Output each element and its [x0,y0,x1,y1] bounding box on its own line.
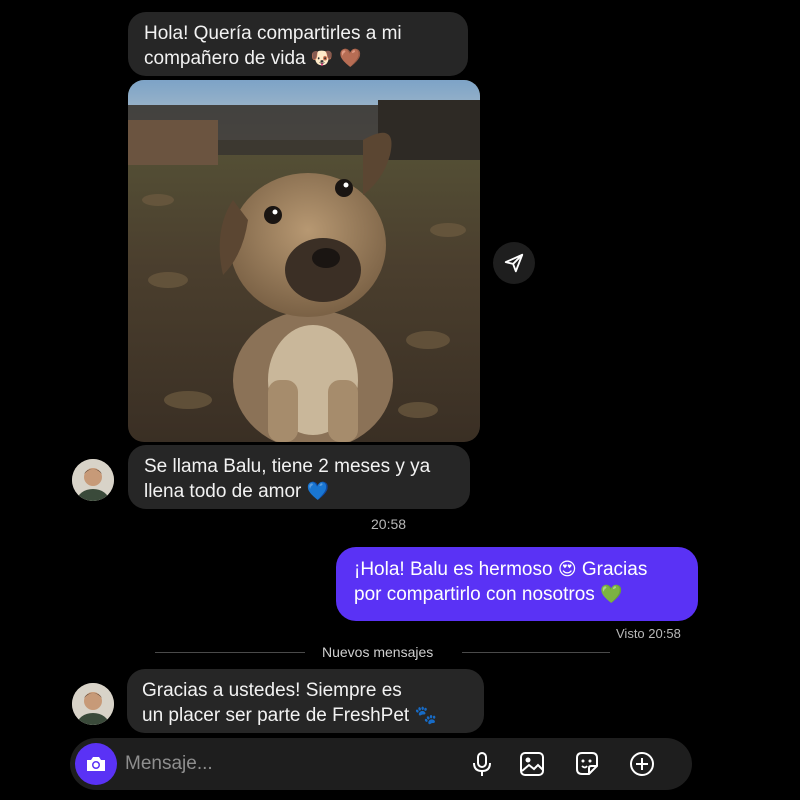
emoji: 💚 [600,584,623,605]
sticker-icon[interactable] [573,750,601,778]
avatar-image [72,459,114,501]
message-timestamp: 20:58 [371,516,407,532]
new-messages-divider: Nuevos mensajes [322,644,434,660]
message-text-line: Gracias a ustedes! Siempre es [142,680,402,701]
emoji: 🐾 [414,705,437,726]
message-text-line: ¡Hola! Balu es hermoso [354,559,553,580]
outgoing-message[interactable]: ¡Hola! Balu es hermoso 😍 Gracias por com… [336,547,698,621]
message-text-line: Gracias [581,559,648,580]
message-composer: Mensaje... [70,738,692,790]
message-text-line: Hola! Quería compartirles a mi [144,23,402,44]
incoming-message-1[interactable]: Hola! Quería compartirles a mi compañero… [128,12,468,76]
shared-puppy-photo[interactable] [128,80,480,442]
camera-button[interactable] [75,743,117,785]
gallery-icon[interactable] [518,750,546,778]
avatar-image [72,683,114,725]
add-icon[interactable] [628,750,656,778]
emoji: 😍 [557,559,577,580]
emoji: 💙 [306,481,330,502]
send-share-icon [504,253,524,273]
message-text-line: compañero de vida [144,48,306,69]
divider-line [462,652,610,653]
divider-line [155,652,305,653]
share-button[interactable] [493,242,535,284]
incoming-message-2[interactable]: Se llama Balu, tiene 2 meses y ya llena … [128,445,470,509]
incoming-message-3[interactable]: Gracias a ustedes! Siempre es un placer … [127,669,484,733]
microphone-icon[interactable] [468,750,496,778]
message-text-line: llena todo de amor [144,481,302,502]
seen-status: Visto 20:58 [616,626,681,641]
message-text-line: Se llama Balu, tiene 2 meses y ya [144,456,431,477]
puppy-image [128,80,480,442]
camera-icon [87,757,105,771]
message-text-line: por compartirlo con nosotros [354,584,595,605]
message-text-line: un placer ser parte de FreshPet [142,705,410,726]
contact-avatar[interactable] [72,683,114,725]
message-input[interactable]: Mensaje... [125,753,213,775]
contact-avatar[interactable] [72,459,114,501]
emoji: 🐶 🤎 [310,48,362,69]
